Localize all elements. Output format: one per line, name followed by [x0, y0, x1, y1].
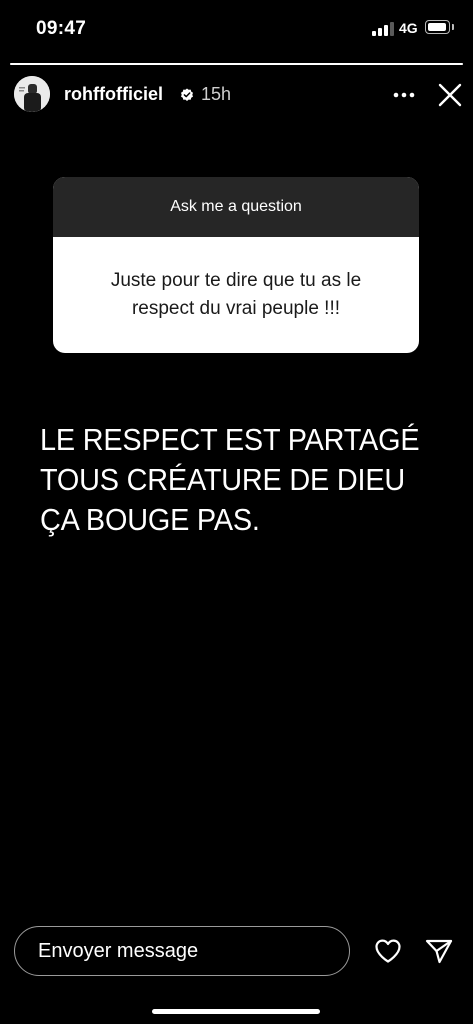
more-options-icon[interactable] — [391, 86, 417, 104]
signal-icon — [372, 22, 394, 36]
home-indicator — [152, 1009, 320, 1014]
send-icon[interactable] — [424, 936, 454, 966]
story-time-ago: 15h — [201, 84, 232, 104]
verified-badge-icon — [181, 88, 193, 101]
battery-cap — [452, 24, 454, 30]
story-caption: LE RESPECT EST PARTAGÉ TOUS CRÉATURE DE … — [40, 422, 420, 537]
battery-icon — [425, 20, 450, 34]
question-sticker-answer: Juste pour te dire que tu as le respect … — [110, 270, 362, 319]
status-time: 09:47 — [36, 18, 87, 39]
story-progress-fill — [10, 63, 463, 65]
send-message-input[interactable]: Envoyer message — [14, 926, 350, 976]
status-bar: 09:47 4G — [0, 0, 473, 56]
send-message-placeholder: Envoyer message — [38, 940, 199, 962]
question-sticker-title: Ask me a question — [53, 177, 419, 237]
story-username[interactable]: rohffofficiel — [64, 84, 163, 105]
story-progress-bar — [10, 63, 463, 65]
avatar[interactable] — [14, 76, 50, 112]
heart-icon[interactable] — [373, 936, 403, 966]
question-sticker: Ask me a question Juste pour te dire que… — [53, 177, 419, 353]
close-icon[interactable] — [437, 82, 463, 108]
network-type: 4G — [399, 20, 418, 36]
